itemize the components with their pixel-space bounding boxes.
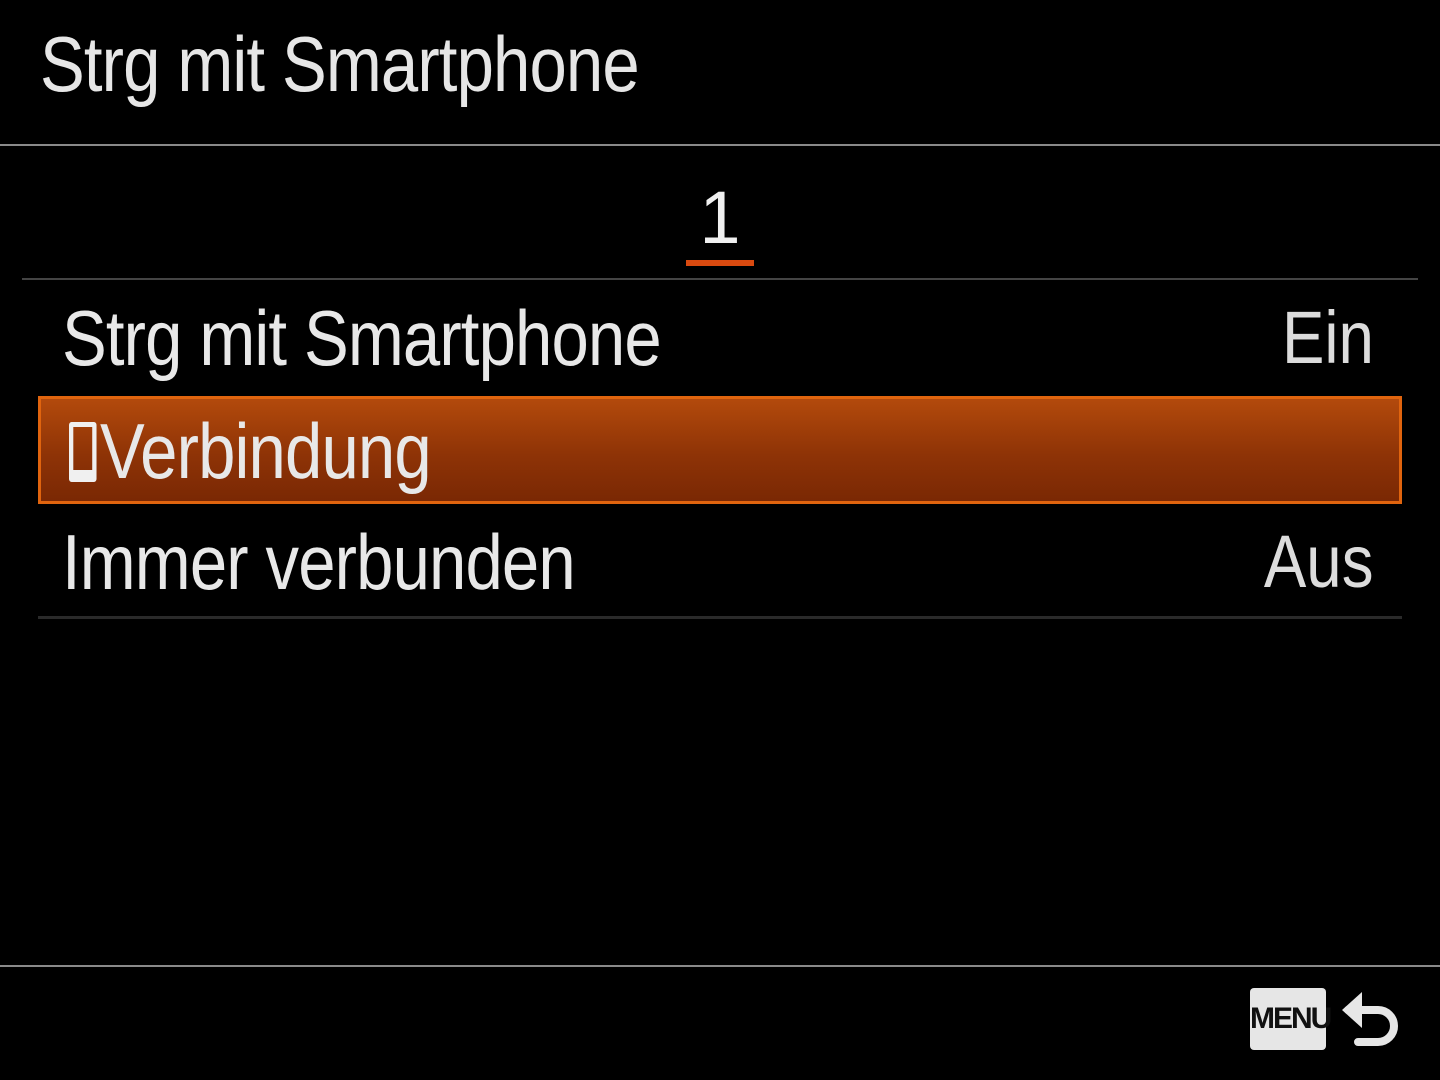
menu-item-value: Aus xyxy=(1264,520,1374,603)
page-title: Strg mit Smartphone xyxy=(40,20,640,108)
back-arrow-icon[interactable] xyxy=(1338,982,1400,1056)
title-divider xyxy=(0,144,1440,146)
footer-divider xyxy=(0,965,1440,967)
menu-item-verbindung[interactable]: Verbindung xyxy=(38,396,1402,504)
camera-menu-screen: Strg mit Smartphone 1 Strg mit Smartphon… xyxy=(0,0,1440,1080)
tab-page-1[interactable]: 1 xyxy=(686,178,754,266)
list-divider xyxy=(38,616,1402,619)
menu-item-label: Immer verbunden xyxy=(62,518,576,606)
active-tab-indicator xyxy=(686,260,754,266)
menu-item-strg-mit-smartphone[interactable]: Strg mit Smartphone Ein xyxy=(38,282,1402,394)
menu-item-label-wrap: Verbindung xyxy=(69,405,432,497)
menu-list: Strg mit Smartphone Ein Verbindung Immer… xyxy=(38,282,1402,618)
phone-icon xyxy=(69,422,97,482)
menu-item-label: Strg mit Smartphone xyxy=(62,294,662,382)
menu-item-label: Verbindung xyxy=(99,407,432,495)
page-number: 1 xyxy=(699,176,741,259)
menu-button-icon[interactable]: MENU xyxy=(1250,988,1332,1050)
tab-divider xyxy=(22,278,1418,280)
menu-item-value: Ein xyxy=(1282,296,1374,379)
menu-item-immer-verbunden[interactable]: Immer verbunden Aus xyxy=(38,506,1402,618)
